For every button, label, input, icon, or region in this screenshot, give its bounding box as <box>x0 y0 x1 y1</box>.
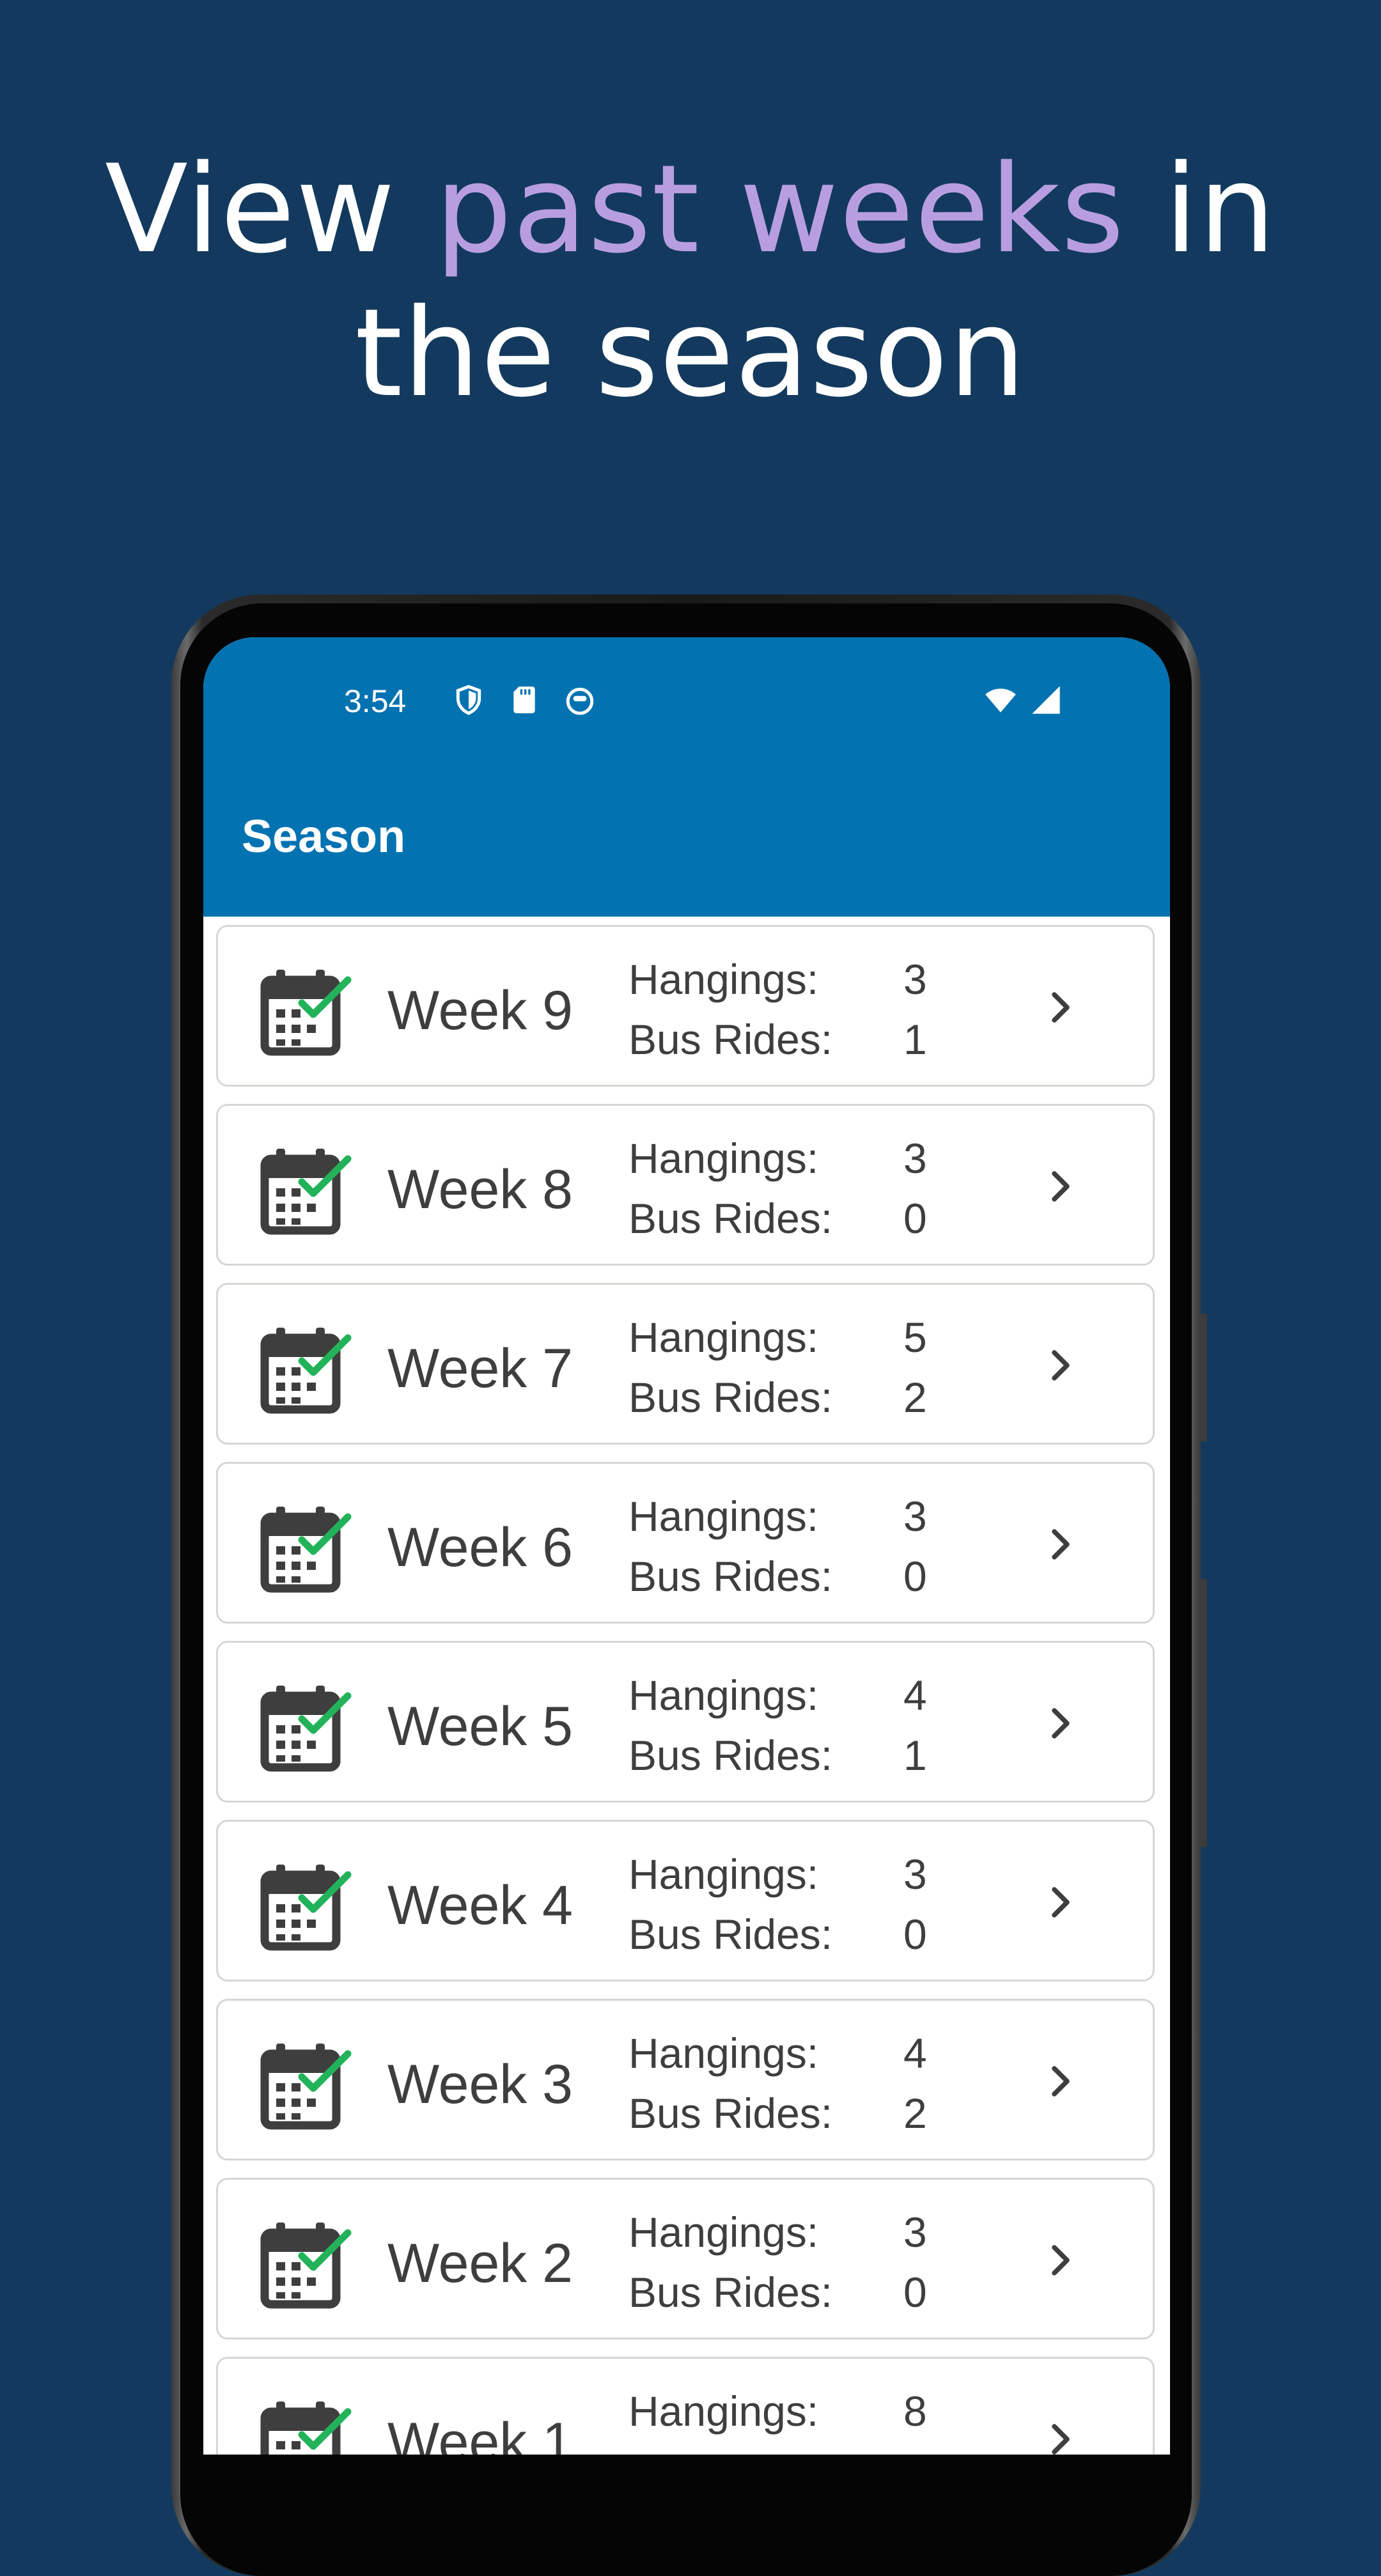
phone-screen: 3:54 Season Week 9 Hangings: 3 Bus Rides… <box>203 637 1170 2455</box>
hangings-label: Hangings: <box>628 1314 819 1361</box>
calendar-check-icon <box>260 2401 352 2455</box>
week-card-9[interactable]: Week 9 Hangings: 3 Bus Rides: 1 <box>216 925 1155 1087</box>
chevron-right-icon <box>1052 992 1070 1023</box>
headline-text-1: View <box>104 139 435 280</box>
sd-card-icon <box>513 687 535 713</box>
bus-rides-label: Bus Rides: <box>628 1016 833 1063</box>
week-card-7[interactable]: Week 7 Hangings: 5 Bus Rides: 2 <box>216 1283 1155 1445</box>
week-card-5[interactable]: Week 5 Hangings: 4 Bus Rides: 1 <box>216 1641 1155 1803</box>
week-card-6[interactable]: Week 6 Hangings: 3 Bus Rides: 0 <box>216 1462 1155 1624</box>
bus-rides-label: Bus Rides: <box>628 1732 833 1779</box>
cell-signal-icon <box>1032 686 1060 714</box>
robot-face-icon <box>566 687 594 715</box>
bus-rides-label: Bus Rides: <box>628 1195 833 1242</box>
bus-rides-value: 0 <box>903 1195 927 1242</box>
week-label: Week 8 <box>387 1159 573 1220</box>
bus-rides-value: 2 <box>903 1374 927 1421</box>
phone-side-button-upper <box>1199 1314 1207 1441</box>
hangings-value: 5 <box>903 1314 927 1361</box>
bus-rides-value: 2 <box>903 2090 927 2137</box>
week-card-8[interactable]: Week 8 Hangings: 3 Bus Rides: 0 <box>216 1104 1155 1266</box>
hangings-label: Hangings: <box>628 2208 819 2256</box>
hangings-value: 3 <box>903 2208 927 2256</box>
chevron-right-icon <box>1052 1708 1070 1739</box>
bus-rides-label: Bus Rides: <box>628 1911 833 1958</box>
week-label: Week 5 <box>387 1696 573 1757</box>
calendar-check-icon <box>260 1328 352 1414</box>
bus-rides-value: 0 <box>903 1911 927 1958</box>
hangings-label: Hangings: <box>628 2029 819 2077</box>
hangings-value: 3 <box>903 956 927 1003</box>
week-label: Week 4 <box>387 1875 573 1936</box>
hangings-label: Hangings: <box>628 1135 819 1182</box>
week-label: Week 7 <box>387 1338 573 1399</box>
week-label: Week 6 <box>387 1517 573 1578</box>
week-label: Week 1 <box>387 2412 573 2455</box>
hangings-value: 3 <box>903 1851 927 1898</box>
hangings-label: Hangings: <box>628 1672 819 1719</box>
hangings-label: Hangings: <box>628 956 819 1003</box>
calendar-check-icon <box>260 1686 352 1772</box>
chevron-right-icon <box>1052 1350 1070 1381</box>
chevron-right-icon <box>1052 2066 1070 2097</box>
week-card-4[interactable]: Week 4 Hangings: 3 Bus Rides: 0 <box>216 1820 1155 1982</box>
bus-rides-value: 0 <box>903 2269 927 2316</box>
week-card-3[interactable]: Week 3 Hangings: 4 Bus Rides: 2 <box>216 1999 1155 2161</box>
calendar-check-icon <box>260 1149 352 1235</box>
hangings-value: 3 <box>903 1493 927 1540</box>
calendar-check-icon <box>260 2044 352 2130</box>
calendar-check-icon <box>260 970 352 1056</box>
headline-line-1: View past weeks in <box>0 137 1381 281</box>
headline-line-2: the season <box>354 283 1027 424</box>
chevron-right-icon <box>1052 1171 1070 1202</box>
chevron-right-icon <box>1052 2424 1070 2455</box>
chevron-right-icon <box>1052 2245 1070 2276</box>
calendar-check-icon <box>260 1865 352 1951</box>
bus-rides-label: Bus Rides: <box>628 1553 833 1600</box>
status-time: 3:54 <box>344 683 407 719</box>
bus-rides-label: Bus Rides: <box>628 2269 833 2316</box>
app-bar: 3:54 Season <box>203 637 1170 917</box>
bus-rides-label: Bus Rides: <box>628 2447 832 2455</box>
week-label: Week 2 <box>387 2233 573 2294</box>
shield-icon <box>456 685 481 715</box>
headline-text-2: in <box>1125 139 1276 280</box>
chevron-right-icon <box>1052 1887 1070 1918</box>
headline-accent: past weeks <box>435 139 1125 280</box>
hangings-label: Hangings: <box>628 1493 819 1540</box>
bus-rides-value: 0 <box>903 1553 927 1600</box>
week-label: Week 9 <box>387 980 573 1041</box>
week-card-2[interactable]: Week 2 Hangings: 3 Bus Rides: 0 <box>216 2178 1155 2339</box>
week-card-1[interactable]: Week 1 Hangings: 8 Bus Rides: 0 <box>216 2357 1155 2455</box>
hangings-label: Hangings: <box>628 1851 819 1898</box>
chevron-right-icon <box>1052 1529 1070 1560</box>
bus-rides-value: 1 <box>903 1016 927 1063</box>
bus-rides-label: Bus Rides: <box>628 2090 833 2137</box>
bus-rides-value: 1 <box>903 1732 927 1779</box>
hangings-value: 4 <box>903 1672 927 1719</box>
wifi-icon <box>985 688 1016 713</box>
hangings-label: Hangings: <box>628 2387 819 2435</box>
hangings-value: 3 <box>903 1135 927 1182</box>
calendar-check-icon <box>260 1507 352 1593</box>
hangings-value: 8 <box>903 2387 927 2435</box>
calendar-check-icon <box>260 2223 352 2309</box>
bus-rides-label: Bus Rides: <box>628 1374 833 1421</box>
hangings-value: 4 <box>903 2029 927 2077</box>
bus-rides-value: 0 <box>903 2447 927 2455</box>
headline: View past weeks in the season <box>0 137 1381 425</box>
app-bar-title: Season <box>242 811 406 862</box>
week-label: Week 3 <box>387 2054 573 2115</box>
phone-side-button-lower <box>1199 1579 1207 1847</box>
